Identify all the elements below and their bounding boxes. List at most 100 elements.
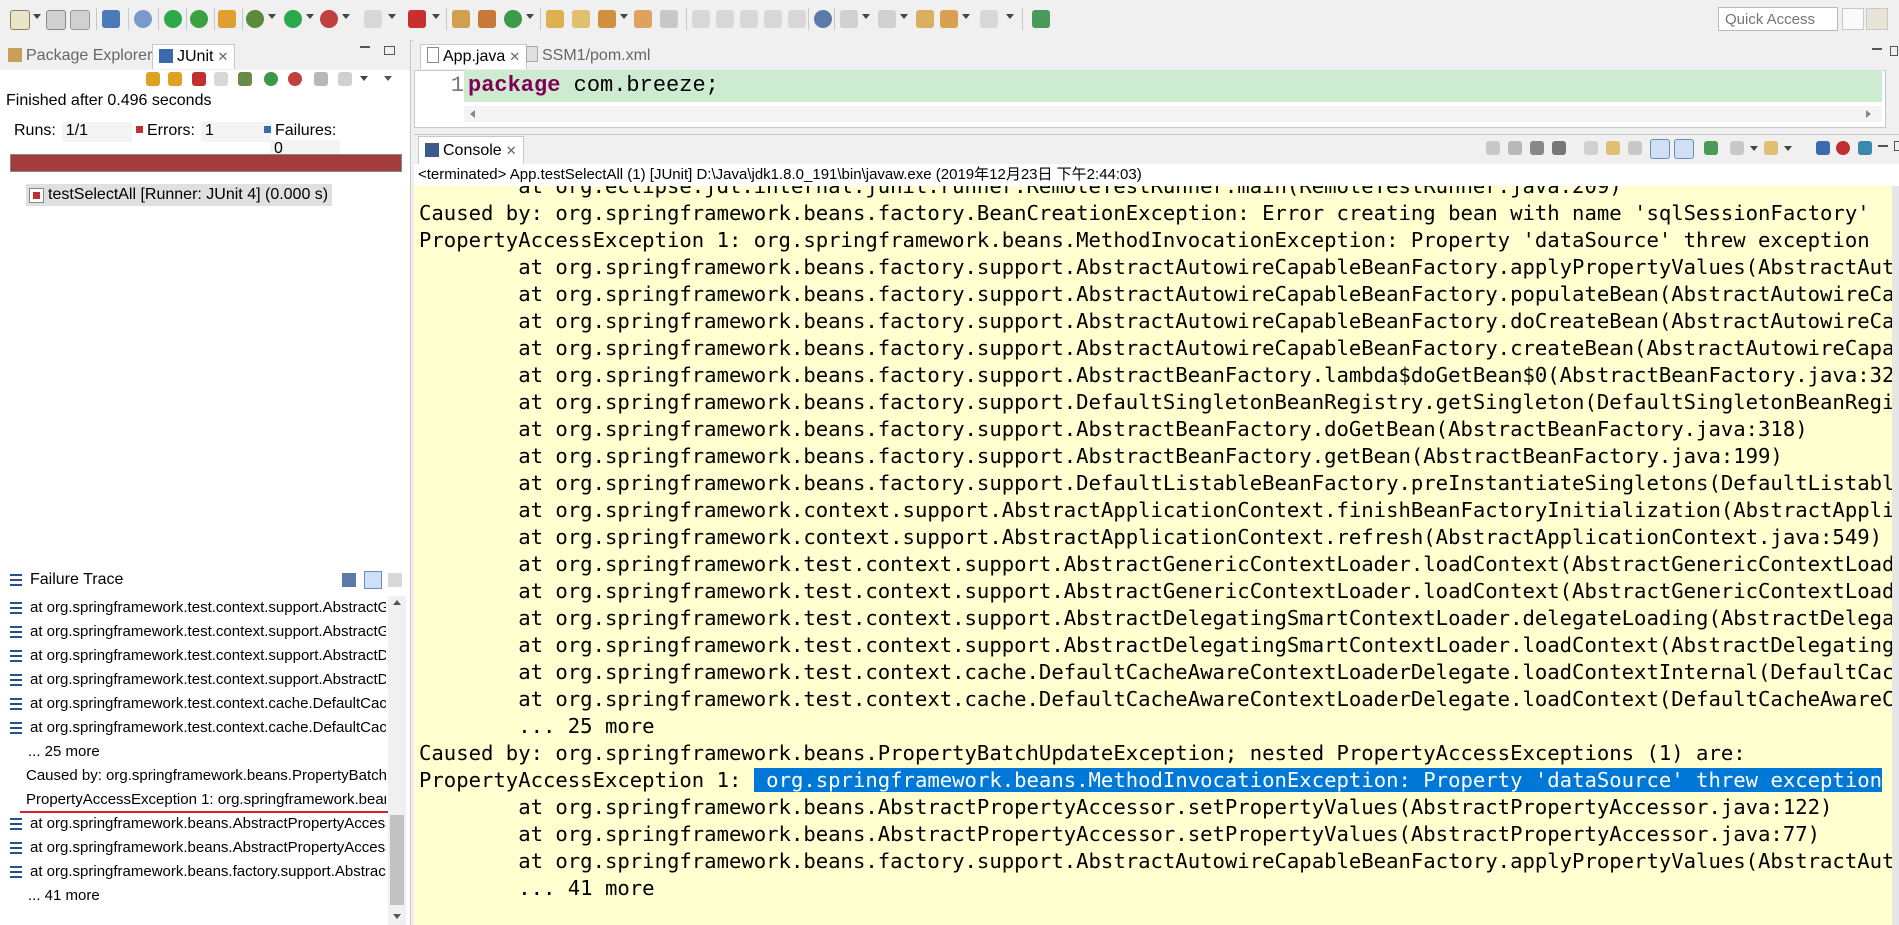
search-icon[interactable]	[598, 10, 616, 28]
failure-trace-row[interactable]: at org.springframework.beans.AbstractPro…	[0, 836, 386, 860]
prev-annotation-dropdown-icon[interactable]	[900, 14, 908, 19]
open-task-icon[interactable]	[572, 10, 590, 28]
block-select-icon[interactable]	[716, 10, 734, 28]
console-refresh-icon[interactable]	[1486, 141, 1500, 155]
back-icon[interactable]	[940, 10, 958, 28]
show-skipped-icon[interactable]	[214, 72, 228, 86]
show-whitespace-icon[interactable]	[740, 10, 758, 28]
selected-text[interactable]: org.springframework.beans.MethodInvocati…	[753, 768, 1883, 792]
external-tools-icon[interactable]	[408, 10, 426, 28]
new-icon[interactable]	[10, 10, 30, 30]
scroll-down-icon[interactable]	[393, 914, 401, 919]
failure-trace-row[interactable]: at org.springframework.beans.AbstractPro…	[0, 812, 386, 836]
cursor-icon[interactable]	[788, 10, 806, 28]
new-java-project-icon[interactable]	[452, 10, 470, 28]
minimize-icon[interactable]	[360, 46, 370, 48]
remove-all-launches-icon[interactable]	[1552, 141, 1566, 155]
search-dropdown-icon[interactable]	[620, 14, 628, 19]
failure-trace-row[interactable]: at org.springframework.test.context.supp…	[0, 620, 386, 644]
test-tree-item[interactable]: testSelectAll [Runner: JUnit 4] (0.000 s…	[26, 184, 333, 206]
close-icon[interactable]: ✕	[217, 49, 228, 64]
console-minimize-icon[interactable]	[1878, 145, 1888, 147]
new-dropdown-icon[interactable]	[33, 14, 41, 19]
code-line[interactable]: package com.breeze;	[464, 70, 1882, 102]
pin-editor-icon[interactable]	[1032, 10, 1050, 28]
tab-app-java[interactable]: App.java ✕	[420, 44, 528, 69]
tab-package-explorer[interactable]: Package Explorer	[8, 44, 152, 68]
console-terminate-icon[interactable]	[1508, 141, 1522, 155]
history-dropdown-icon[interactable]	[360, 76, 368, 81]
scroll-lock-icon[interactable]	[238, 72, 252, 86]
stop-icon[interactable]	[364, 10, 382, 28]
external-tools-dropdown-icon[interactable]	[432, 14, 440, 19]
failure-trace-row[interactable]: ... 25 more	[0, 740, 386, 764]
failure-trace-row[interactable]: at org.springframework.beans.factory.sup…	[0, 860, 386, 884]
java-perspective-icon[interactable]	[1866, 8, 1888, 30]
console-vertical-scrollbar[interactable]	[1892, 186, 1899, 925]
open-type-icon[interactable]	[546, 10, 564, 28]
rerun-failed-first-icon[interactable]	[288, 72, 302, 86]
refresh-icon[interactable]	[190, 10, 208, 28]
test-history-icon[interactable]	[338, 72, 352, 86]
coverage-icon[interactable]	[320, 10, 338, 28]
coverage-dropdown-icon[interactable]	[342, 14, 350, 19]
save-icon[interactable]	[46, 10, 66, 30]
show-on-stderr-icon[interactable]	[1674, 139, 1694, 159]
open-console-icon[interactable]	[1764, 141, 1778, 155]
failure-trace-row[interactable]: PropertyAccessException 1: org.springfra…	[0, 788, 386, 812]
quick-access-input[interactable]	[1718, 7, 1838, 31]
forward-icon[interactable]	[980, 10, 998, 28]
clipboard-icon[interactable]	[218, 10, 236, 28]
tab-pom-xml[interactable]: SSM1/pom.xml	[526, 44, 650, 68]
forward-dropdown-icon[interactable]	[1006, 14, 1014, 19]
prev-annotation-icon[interactable]	[878, 10, 896, 28]
editor-horizontal-scrollbar[interactable]	[464, 106, 1882, 122]
scroll-lock-icon[interactable]	[1606, 141, 1620, 155]
next-annotation-icon[interactable]	[840, 10, 858, 28]
show-on-stdout-icon[interactable]	[1650, 139, 1670, 159]
failure-trace-row[interactable]: at org.springframework.test.context.supp…	[0, 596, 386, 620]
console-extra-icon[interactable]	[1858, 141, 1872, 155]
new-class-dropdown-icon[interactable]	[526, 14, 534, 19]
open-console-dropdown-icon[interactable]	[1784, 146, 1792, 151]
stop-run-icon[interactable]	[314, 72, 328, 86]
skip-breakpoints-icon[interactable]	[134, 10, 152, 28]
tab-junit[interactable]: JUnit ✕	[152, 44, 236, 69]
failure-trace-row[interactable]: at org.springframework.test.context.cach…	[0, 692, 386, 716]
filter-stack-icon[interactable]	[364, 571, 382, 589]
open-perspective-icon[interactable]	[1842, 8, 1864, 30]
new-class-icon[interactable]	[504, 10, 522, 28]
failure-trace-row[interactable]: at org.springframework.test.context.supp…	[0, 668, 386, 692]
rerun-test-icon[interactable]	[264, 72, 278, 86]
scrollbar-thumb[interactable]	[390, 815, 404, 905]
power-icon[interactable]	[164, 10, 182, 28]
run-icon[interactable]	[284, 10, 302, 28]
compare-result-icon[interactable]	[342, 573, 356, 587]
editor-minimize-icon[interactable]	[1872, 48, 1882, 50]
toggle-mark-icon[interactable]	[634, 10, 652, 28]
scroll-right-icon[interactable]	[1866, 110, 1871, 118]
failure-trace-row[interactable]: ... 41 more	[0, 884, 386, 908]
save-all-icon[interactable]	[70, 10, 90, 30]
pilcrow-icon[interactable]	[764, 10, 782, 28]
maximize-icon[interactable]	[384, 46, 395, 55]
failure-trace-row[interactable]: Caused by: org.springframework.beans.Pro…	[0, 764, 386, 788]
last-edit-icon[interactable]	[916, 10, 934, 28]
display-console-icon[interactable]	[1730, 141, 1744, 155]
console-maximize-icon[interactable]	[1894, 141, 1899, 151]
globe-icon[interactable]	[814, 10, 832, 28]
next-annotation-dropdown-icon[interactable]	[862, 14, 870, 19]
console-options-icon[interactable]	[1816, 141, 1830, 155]
scroll-left-icon[interactable]	[470, 110, 475, 118]
next-failure-icon[interactable]	[146, 72, 160, 86]
close-icon[interactable]: ✕	[509, 49, 520, 64]
console-output[interactable]: at org.eclipse.jdt.internal.junit.runner…	[414, 186, 1899, 925]
word-wrap-icon[interactable]	[692, 10, 710, 28]
display-console-dropdown-icon[interactable]	[1750, 146, 1758, 151]
close-icon[interactable]: ✕	[506, 143, 517, 158]
failure-trace-row[interactable]: at org.springframework.test.context.supp…	[0, 644, 386, 668]
back-dropdown-icon[interactable]	[962, 14, 970, 19]
word-wrap-icon[interactable]	[1628, 141, 1642, 155]
console-git-icon[interactable]	[1836, 141, 1850, 155]
remove-launch-icon[interactable]	[1530, 141, 1544, 155]
